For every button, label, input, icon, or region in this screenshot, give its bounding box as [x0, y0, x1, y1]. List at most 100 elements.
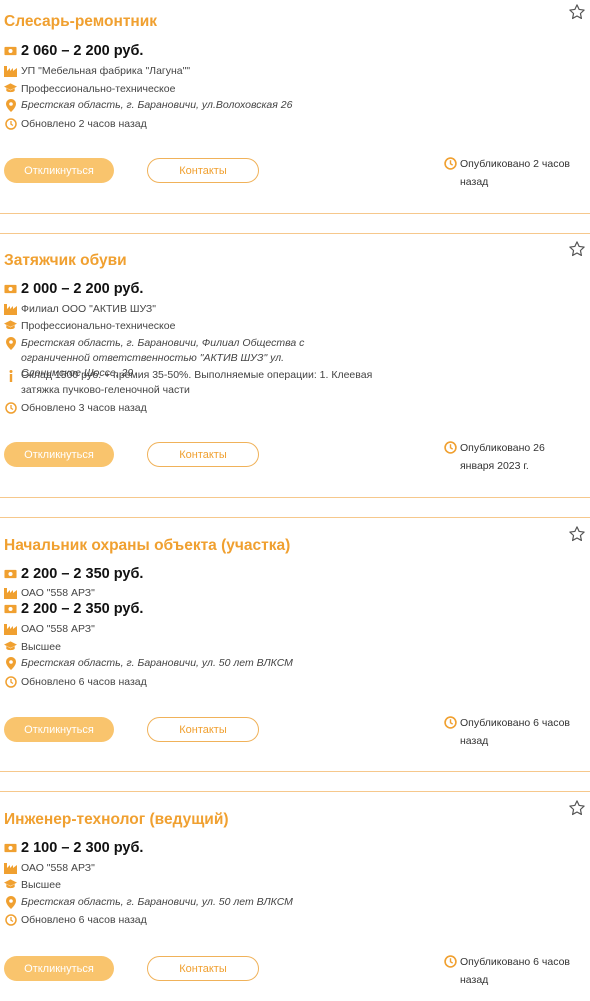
published-text: Опубликовано 26 января 2023 г. — [460, 442, 545, 472]
star-icon[interactable] — [568, 3, 586, 21]
contacts-button[interactable]: Контакты — [147, 158, 259, 183]
published-text: Опубликовано 6 часов назад — [460, 717, 571, 747]
info-text: Оклад 1500 руб. + премия 35-50%. Выполня… — [21, 369, 373, 396]
published-text: Опубликовано 6 часов назад — [460, 956, 571, 986]
money-icon — [4, 842, 17, 855]
card-divider — [0, 497, 590, 498]
address-text: Брестская область, г. Барановичи, ул. 50… — [21, 657, 293, 669]
apply-button[interactable]: Откликнуться — [4, 717, 114, 742]
clock-icon — [4, 401, 17, 414]
clock-icon — [4, 675, 17, 688]
star-icon[interactable] — [568, 240, 586, 258]
factory-icon — [4, 622, 17, 635]
salary-row: 2 100 – 2 300 руб. — [4, 839, 143, 857]
clock-icon — [444, 716, 457, 729]
apply-button[interactable]: Откликнуться — [4, 442, 114, 467]
updated-row: Обновлено 6 часов назад — [4, 674, 147, 689]
salary-text: 2 200 – 2 350 руб. — [21, 601, 144, 617]
updated-row: Обновлено 6 часов назад — [4, 912, 147, 927]
salary-row: 2 200 – 2 350 руб. — [4, 600, 143, 618]
clock-icon — [4, 117, 17, 130]
apply-button[interactable]: Откликнуться — [4, 158, 114, 183]
graduation-cap-icon — [4, 82, 17, 95]
graduation-cap-icon — [4, 640, 17, 653]
published-info: Опубликовано 26 января 2023 г. — [444, 439, 554, 475]
graduation-cap-icon — [4, 319, 17, 332]
info-icon — [4, 369, 17, 382]
contacts-button[interactable]: Контакты — [147, 956, 259, 981]
contacts-button[interactable]: Контакты — [147, 442, 259, 467]
factory-icon — [4, 861, 17, 874]
education-text: Высшее — [21, 640, 61, 653]
education-text: Профессионально-техническое — [21, 319, 176, 332]
card-divider — [0, 213, 590, 214]
clock-icon — [444, 157, 457, 170]
education-row: Профессионально-техническое — [4, 318, 175, 333]
company-row: Филиал ООО "АКТИВ ШУЗ" — [4, 301, 156, 316]
clock-icon — [444, 955, 457, 968]
vacancy-title[interactable]: Начальник охраны объекта (участка) — [4, 537, 290, 555]
published-info: Опубликовано 6 часов назад — [444, 714, 590, 750]
education-row: Высшее — [4, 877, 61, 892]
updated-row: Обновлено 3 часов назад — [4, 400, 147, 415]
published-text: Опубликовано 2 часов назад — [460, 158, 571, 188]
location-pin-icon — [4, 99, 17, 112]
graduation-cap-icon — [4, 878, 17, 891]
vacancy-title[interactable]: Инженер-технолог (ведущий) — [4, 811, 229, 829]
company-row: УП "Мебельная фабрика "Лагуна"" — [4, 63, 190, 78]
company-name[interactable]: ОАО "558 АРЗ" — [21, 862, 95, 874]
updated-text: Обновлено 3 часов назад — [21, 401, 147, 414]
factory-icon — [4, 64, 17, 77]
address-row: Брестская область, г. Барановичи, ул. 50… — [4, 656, 293, 671]
published-info: Опубликовано 2 часов назад — [444, 155, 590, 191]
updated-text: Обновлено 6 часов назад — [21, 675, 147, 688]
star-icon[interactable] — [568, 525, 586, 543]
company-name[interactable]: ОАО "558 АРЗ" — [21, 623, 95, 635]
location-pin-icon — [4, 657, 17, 670]
card-divider — [0, 771, 590, 772]
updated-row: Обновлено 2 часов назад — [4, 116, 147, 131]
education-text: Высшее — [21, 878, 61, 891]
company-name[interactable]: Филиал ООО "АКТИВ ШУЗ" — [21, 303, 156, 315]
address-row: Брестская область, г. Барановичи, ул.Вол… — [4, 98, 292, 113]
info-row: Оклад 1500 руб. + премия 35-50%. Выполня… — [4, 368, 401, 398]
vacancy-title[interactable]: Слесарь-ремонтник — [4, 13, 157, 31]
location-pin-icon — [4, 337, 17, 350]
published-info: Опубликовано 6 часов назад — [444, 953, 590, 989]
money-icon — [4, 283, 17, 296]
clock-icon — [4, 913, 17, 926]
contacts-button[interactable]: Контакты — [147, 717, 259, 742]
salary-text: 2 200 – 2 350 руб. — [21, 566, 144, 582]
clock-icon — [444, 441, 457, 454]
company-row: ОАО "558 АРЗ" — [4, 860, 95, 875]
address-text: Брестская область, г. Барановичи, ул.Вол… — [21, 99, 293, 111]
company-row: ОАО "558 АРЗ" — [4, 621, 95, 636]
star-icon[interactable] — [568, 799, 586, 817]
salary-row: 2 060 – 2 200 руб. — [4, 42, 143, 60]
address-row: Брестская область, г. Барановичи, ул. 50… — [4, 895, 293, 910]
vacancy-title[interactable]: Затяжчик обуви — [4, 252, 127, 270]
money-icon — [4, 568, 17, 581]
address-text: Брестская область, г. Барановичи, ул. 50… — [21, 896, 293, 908]
salary-row: 2 000 – 2 200 руб. — [4, 280, 143, 298]
updated-text: Обновлено 6 часов назад — [21, 913, 147, 926]
education-text: Профессионально-техническое — [21, 82, 176, 95]
salary-text: 2 000 – 2 200 руб. — [21, 281, 144, 297]
company-name[interactable]: ОАО "558 АРЗ" — [21, 587, 95, 599]
factory-icon — [4, 302, 17, 315]
money-icon — [4, 603, 17, 616]
salary-row: 2 200 – 2 350 руб. — [4, 565, 143, 583]
education-row: Высшее — [4, 639, 61, 654]
education-row: Профессионально-техническое — [4, 81, 175, 96]
company-name[interactable]: УП "Мебельная фабрика "Лагуна"" — [21, 65, 190, 77]
salary-text: 2 100 – 2 300 руб. — [21, 840, 144, 856]
location-pin-icon — [4, 896, 17, 909]
card-divider — [0, 233, 590, 234]
factory-icon — [4, 586, 17, 599]
card-divider — [0, 791, 590, 792]
updated-text: Обновлено 2 часов назад — [21, 117, 147, 130]
card-divider — [0, 517, 590, 518]
money-icon — [4, 45, 17, 58]
apply-button[interactable]: Откликнуться — [4, 956, 114, 981]
salary-text: 2 060 – 2 200 руб. — [21, 43, 144, 59]
